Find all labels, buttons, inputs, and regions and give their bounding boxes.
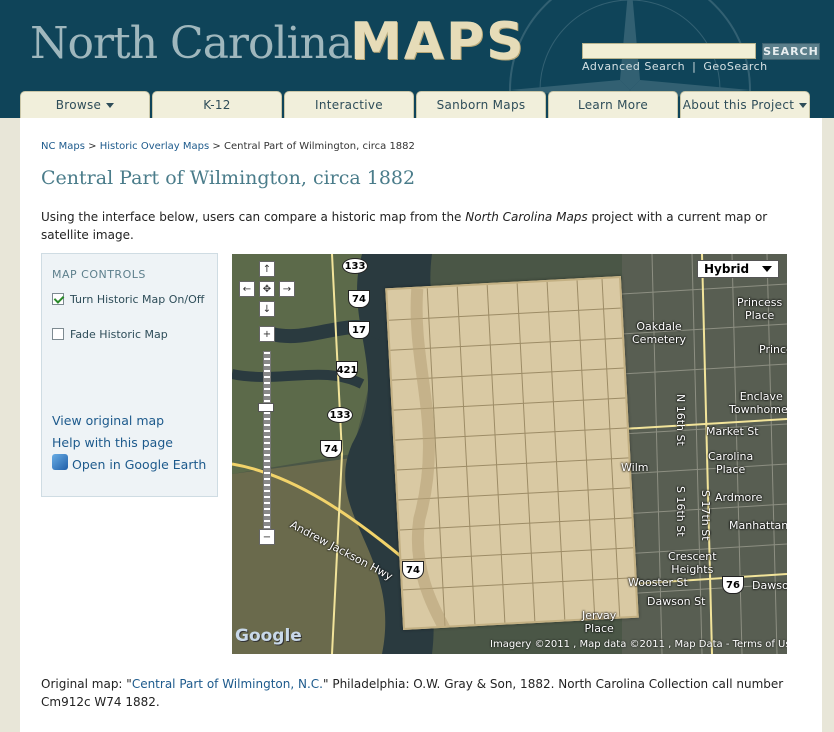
tab-about-this-project[interactable]: About this Project [680,91,810,118]
tab-label: Learn More [577,98,649,112]
toggle-historic-map-checkbox[interactable] [52,293,64,305]
crosshair-icon: ✥ [262,283,272,295]
site-logo-maps[interactable]: MAPS [350,12,526,72]
tab-label: K-12 [203,98,231,112]
route-shield: 17 [348,321,370,339]
road-label: Dawso [752,579,787,592]
map-type-value: Hybrid [704,262,750,276]
caret-down-icon [799,102,808,108]
minus-icon: − [262,531,272,543]
intro-emphasis: North Carolina Maps [465,210,588,224]
map-controls-panel: MAP CONTROLS Turn Historic Map On/Off Fa… [41,253,218,497]
zoom-in-button[interactable]: + [259,326,275,342]
intro-before: Using the interface below, users can com… [41,210,466,224]
search-input[interactable] [582,43,756,59]
plus-icon: + [262,328,272,340]
tab-label: About this Project [682,98,795,112]
place-label: Princess Place [737,296,783,322]
breadcrumb-current: Central Part of Wilmington, circa 1882 [223,141,415,152]
toggle-historic-map[interactable]: Turn Historic Map On/Off [52,292,212,324]
google-earth-icon [52,454,68,470]
arrow-right-icon: → [282,283,292,295]
toggle-historic-map-label: Turn Historic Map On/Off [70,293,205,306]
pan-up-button[interactable]: ↑ [259,261,275,277]
arrow-up-icon: ↑ [262,263,272,275]
place-label: Wilm [621,461,649,474]
breadcrumb: NC Maps > Historic Overlay Maps > Centra… [41,141,415,152]
breadcrumb-nc-maps[interactable]: NC Maps [41,141,85,152]
search-button[interactable]: SEARCH [762,43,820,60]
road-label: S 17th St [699,490,712,541]
caret-down-icon [106,102,115,108]
historic-map-overlay [385,276,639,630]
historic-map-streets [388,279,639,630]
original-map-link[interactable]: Central Part of Wilmington, N.C. [132,677,323,691]
advanced-search-link[interactable]: Advanced Search [582,60,685,73]
place-label: Jervay Place [582,609,617,635]
chevron-down-icon [762,266,772,272]
breadcrumb-sep: > [212,141,221,152]
road-label: Wooster St [628,576,688,589]
header-links: Advanced Search | GeoSearch [582,60,768,73]
map-type-select[interactable]: Hybrid [697,260,779,278]
pan-left-button[interactable]: ← [239,281,255,297]
open-google-earth-link[interactable]: Open in Google Earth [72,457,206,472]
place-label: Crescent Heights [668,550,717,576]
map-viewport[interactable]: Hybrid ↑ ← ✥ → ↓ + − 133 74 17 421 133 7… [232,254,787,654]
intro-text: Using the interface below, users can com… [41,208,801,244]
road-label: N 16th St [674,394,687,446]
zoom-out-button[interactable]: − [259,529,275,545]
fade-historic-map-checkbox[interactable] [52,328,64,340]
zoom-slider-handle[interactable] [258,403,274,412]
tab-k12[interactable]: K-12 [152,91,282,118]
route-shield: 421 [336,361,358,379]
place-label: Carolina Place [708,450,754,476]
arrow-left-icon: ← [242,283,252,295]
help-link[interactable]: Help with this page [52,435,173,450]
breadcrumb-sep: > [88,141,97,152]
pan-down-button[interactable]: ↓ [259,301,275,317]
page-title: Central Part of Wilmington, circa 1882 [41,167,416,189]
content-panel: NC Maps > Historic Overlay Maps > Centra… [20,118,822,732]
tab-label: Sanborn Maps [436,98,526,112]
map-controls-heading: MAP CONTROLS [52,268,146,281]
tab-label: Interactive [315,98,383,112]
place-label: Manhattan [729,519,787,532]
fade-historic-map-label: Fade Historic Map [70,328,168,341]
link-separator: | [692,60,697,73]
route-shield: 133 [342,258,368,274]
tab-browse[interactable]: Browse [20,91,150,118]
road-label: S 16th St [674,486,687,537]
road-label: Market St [706,425,759,438]
zoom-slider-track[interactable] [263,351,271,537]
place-label: Enclave Townhomes [729,390,787,416]
main-nav: Browse K-12 Interactive Sanborn Maps Lea… [0,91,834,118]
site-title[interactable]: North Carolina [30,18,353,69]
fade-historic-map[interactable]: Fade Historic Map [52,327,212,343]
geosearch-link[interactable]: GeoSearch [703,60,767,73]
arrow-down-icon: ↓ [262,303,272,315]
view-original-map-link[interactable]: View original map [52,413,164,428]
place-label: Ardmore [715,491,763,504]
tab-label: Browse [55,98,102,112]
place-label: Oakdale Cemetery [632,320,687,346]
road-label: Dawson St [647,595,706,608]
route-shield: 76 [722,576,744,594]
tab-sanborn-maps[interactable]: Sanborn Maps [416,91,546,118]
tab-interactive[interactable]: Interactive [284,91,414,118]
route-shield: 74 [320,440,342,458]
tab-learn-more[interactable]: Learn More [548,91,678,118]
google-logo[interactable]: Google [235,626,302,646]
route-shield: 74 [402,561,424,579]
pan-right-button[interactable]: → [279,281,295,297]
pan-center-button[interactable]: ✥ [259,281,275,297]
site-header: North Carolina MAPS SEARCH Advanced Sear… [0,0,834,118]
route-shield: 133 [327,407,353,423]
route-shield: 74 [348,290,370,308]
road-label: Prince [759,343,787,356]
breadcrumb-historic-overlay-maps[interactable]: Historic Overlay Maps [100,141,209,152]
map-attribution[interactable]: Imagery ©2011 , Map data ©2011 , Map Dat… [490,639,787,650]
citation-prefix: Original map: " [41,677,132,691]
citation-text: Original map: "Central Part of Wilmingto… [41,675,801,711]
